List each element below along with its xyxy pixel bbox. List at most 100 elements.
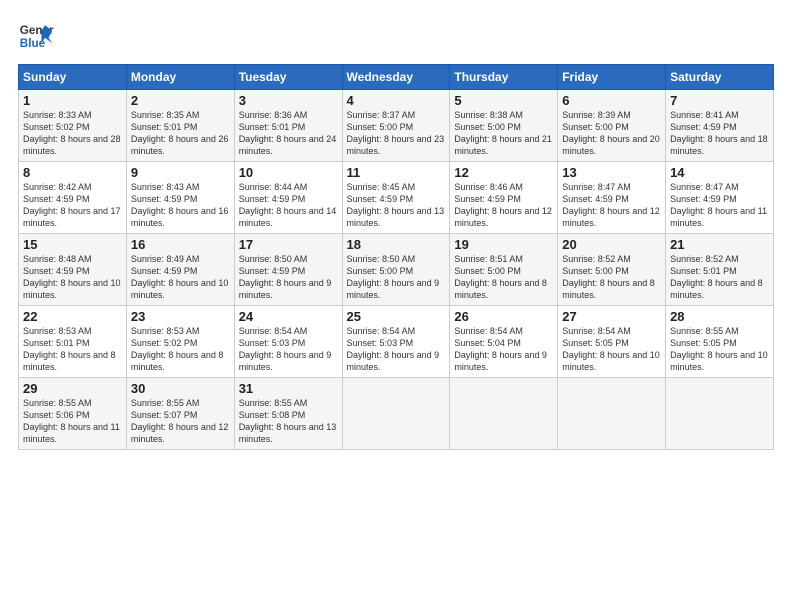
calendar-week-row: 22 Sunrise: 8:53 AMSunset: 5:01 PMDayligh…: [19, 306, 774, 378]
weekday-header-monday: Monday: [126, 65, 234, 90]
day-info: Sunrise: 8:49 AMSunset: 4:59 PMDaylight:…: [131, 254, 229, 300]
day-info: Sunrise: 8:54 AMSunset: 5:05 PMDaylight:…: [562, 326, 660, 372]
day-number: 25: [347, 309, 446, 324]
calendar-table: SundayMondayTuesdayWednesdayThursdayFrid…: [18, 64, 774, 450]
calendar-cell: 13 Sunrise: 8:47 AMSunset: 4:59 PMDayligh…: [558, 162, 666, 234]
weekday-header-wednesday: Wednesday: [342, 65, 450, 90]
calendar-week-row: 15 Sunrise: 8:48 AMSunset: 4:59 PMDayligh…: [19, 234, 774, 306]
calendar-cell: 11 Sunrise: 8:45 AMSunset: 4:59 PMDayligh…: [342, 162, 450, 234]
day-number: 3: [239, 93, 338, 108]
calendar-cell: 30 Sunrise: 8:55 AMSunset: 5:07 PMDayligh…: [126, 378, 234, 450]
day-number: 17: [239, 237, 338, 252]
day-info: Sunrise: 8:35 AMSunset: 5:01 PMDaylight:…: [131, 110, 229, 156]
day-info: Sunrise: 8:52 AMSunset: 5:01 PMDaylight:…: [670, 254, 763, 300]
weekday-header-row: SundayMondayTuesdayWednesdayThursdayFrid…: [19, 65, 774, 90]
weekday-header-saturday: Saturday: [666, 65, 774, 90]
day-number: 10: [239, 165, 338, 180]
day-number: 26: [454, 309, 553, 324]
calendar-cell: 5Sunrise: 8:38 AMSunset: 5:00 PMDaylight…: [450, 90, 558, 162]
day-info: Sunrise: 8:39 AMSunset: 5:00 PMDaylight:…: [562, 110, 660, 156]
day-info: Sunrise: 8:52 AMSunset: 5:00 PMDaylight:…: [562, 254, 655, 300]
calendar-cell: 6Sunrise: 8:39 AMSunset: 5:00 PMDaylight…: [558, 90, 666, 162]
logo: General Blue: [18, 18, 54, 54]
weekday-header-sunday: Sunday: [19, 65, 127, 90]
day-info: Sunrise: 8:43 AMSunset: 4:59 PMDaylight:…: [131, 182, 229, 228]
day-info: Sunrise: 8:54 AMSunset: 5:03 PMDaylight:…: [239, 326, 332, 372]
calendar-cell: 19 Sunrise: 8:51 AMSunset: 5:00 PMDayligh…: [450, 234, 558, 306]
logo-icon: General Blue: [18, 18, 54, 54]
day-number: 1: [23, 93, 122, 108]
weekday-header-thursday: Thursday: [450, 65, 558, 90]
day-info: Sunrise: 8:55 AMSunset: 5:07 PMDaylight:…: [131, 398, 229, 444]
day-info: Sunrise: 8:41 AMSunset: 4:59 PMDaylight:…: [670, 110, 768, 156]
day-number: 2: [131, 93, 230, 108]
calendar-page: General Blue SundayMondayTuesdayWednesda…: [0, 0, 792, 612]
day-number: 22: [23, 309, 122, 324]
calendar-cell: 18Sunrise: 8:50 AMSunset: 5:00 PMDayligh…: [342, 234, 450, 306]
day-info: Sunrise: 8:47 AMSunset: 4:59 PMDaylight:…: [670, 182, 767, 228]
day-info: Sunrise: 8:47 AMSunset: 4:59 PMDaylight:…: [562, 182, 660, 228]
calendar-cell: 20 Sunrise: 8:52 AMSunset: 5:00 PMDayligh…: [558, 234, 666, 306]
calendar-cell: 1 Sunrise: 8:33 AMSunset: 5:02 PMDaylight…: [19, 90, 127, 162]
calendar-cell: 26 Sunrise: 8:54 AMSunset: 5:04 PMDayligh…: [450, 306, 558, 378]
day-info: Sunrise: 8:46 AMSunset: 4:59 PMDaylight:…: [454, 182, 552, 228]
day-number: 4: [347, 93, 446, 108]
day-number: 12: [454, 165, 553, 180]
day-number: 19: [454, 237, 553, 252]
day-number: 29: [23, 381, 122, 396]
day-info: Sunrise: 8:37 AMSunset: 5:00 PMDaylight:…: [347, 110, 445, 156]
day-number: 30: [131, 381, 230, 396]
day-info: Sunrise: 8:53 AMSunset: 5:02 PMDaylight:…: [131, 326, 224, 372]
calendar-cell: 27 Sunrise: 8:54 AMSunset: 5:05 PMDayligh…: [558, 306, 666, 378]
calendar-cell: 23 Sunrise: 8:53 AMSunset: 5:02 PMDayligh…: [126, 306, 234, 378]
calendar-cell: 2 Sunrise: 8:35 AMSunset: 5:01 PMDaylight…: [126, 90, 234, 162]
day-info: Sunrise: 8:45 AMSunset: 4:59 PMDaylight:…: [347, 182, 445, 228]
day-info: Sunrise: 8:55 AMSunset: 5:06 PMDaylight:…: [23, 398, 120, 444]
calendar-cell: 10 Sunrise: 8:44 AMSunset: 4:59 PMDayligh…: [234, 162, 342, 234]
day-number: 7: [670, 93, 769, 108]
calendar-week-row: 8Sunrise: 8:42 AMSunset: 4:59 PMDaylight…: [19, 162, 774, 234]
calendar-week-row: 1 Sunrise: 8:33 AMSunset: 5:02 PMDaylight…: [19, 90, 774, 162]
calendar-cell: [558, 378, 666, 450]
calendar-cell: 15 Sunrise: 8:48 AMSunset: 4:59 PMDayligh…: [19, 234, 127, 306]
day-number: 16: [131, 237, 230, 252]
day-info: Sunrise: 8:42 AMSunset: 4:59 PMDaylight:…: [23, 182, 121, 228]
calendar-cell: 3 Sunrise: 8:36 AMSunset: 5:01 PMDaylight…: [234, 90, 342, 162]
day-number: 23: [131, 309, 230, 324]
day-info: Sunrise: 8:36 AMSunset: 5:01 PMDaylight:…: [239, 110, 337, 156]
day-number: 20: [562, 237, 661, 252]
calendar-cell: 14 Sunrise: 8:47 AMSunset: 4:59 PMDayligh…: [666, 162, 774, 234]
calendar-cell: 25 Sunrise: 8:54 AMSunset: 5:03 PMDayligh…: [342, 306, 450, 378]
day-info: Sunrise: 8:54 AMSunset: 5:04 PMDaylight:…: [454, 326, 547, 372]
day-info: Sunrise: 8:33 AMSunset: 5:02 PMDaylight:…: [23, 110, 121, 156]
day-number: 11: [347, 165, 446, 180]
day-info: Sunrise: 8:54 AMSunset: 5:03 PMDaylight:…: [347, 326, 440, 372]
day-info: Sunrise: 8:55 AMSunset: 5:08 PMDaylight:…: [239, 398, 337, 444]
day-number: 18: [347, 237, 446, 252]
day-number: 13: [562, 165, 661, 180]
calendar-cell: [342, 378, 450, 450]
calendar-week-row: 29 Sunrise: 8:55 AMSunset: 5:06 PMDayligh…: [19, 378, 774, 450]
calendar-cell: [666, 378, 774, 450]
day-info: Sunrise: 8:44 AMSunset: 4:59 PMDaylight:…: [239, 182, 337, 228]
day-number: 21: [670, 237, 769, 252]
calendar-cell: 7 Sunrise: 8:41 AMSunset: 4:59 PMDaylight…: [666, 90, 774, 162]
day-number: 5: [454, 93, 553, 108]
day-info: Sunrise: 8:53 AMSunset: 5:01 PMDaylight:…: [23, 326, 116, 372]
calendar-cell: 4 Sunrise: 8:37 AMSunset: 5:00 PMDaylight…: [342, 90, 450, 162]
day-number: 14: [670, 165, 769, 180]
calendar-cell: 22 Sunrise: 8:53 AMSunset: 5:01 PMDayligh…: [19, 306, 127, 378]
weekday-header-tuesday: Tuesday: [234, 65, 342, 90]
calendar-cell: 9Sunrise: 8:43 AMSunset: 4:59 PMDaylight…: [126, 162, 234, 234]
day-info: Sunrise: 8:51 AMSunset: 5:00 PMDaylight:…: [454, 254, 547, 300]
day-number: 27: [562, 309, 661, 324]
day-number: 15: [23, 237, 122, 252]
header: General Blue: [18, 18, 774, 54]
weekday-header-friday: Friday: [558, 65, 666, 90]
day-number: 28: [670, 309, 769, 324]
calendar-cell: 17Sunrise: 8:50 AMSunset: 4:59 PMDayligh…: [234, 234, 342, 306]
calendar-cell: 21 Sunrise: 8:52 AMSunset: 5:01 PMDayligh…: [666, 234, 774, 306]
day-number: 24: [239, 309, 338, 324]
calendar-cell: 8Sunrise: 8:42 AMSunset: 4:59 PMDaylight…: [19, 162, 127, 234]
day-info: Sunrise: 8:48 AMSunset: 4:59 PMDaylight:…: [23, 254, 121, 300]
